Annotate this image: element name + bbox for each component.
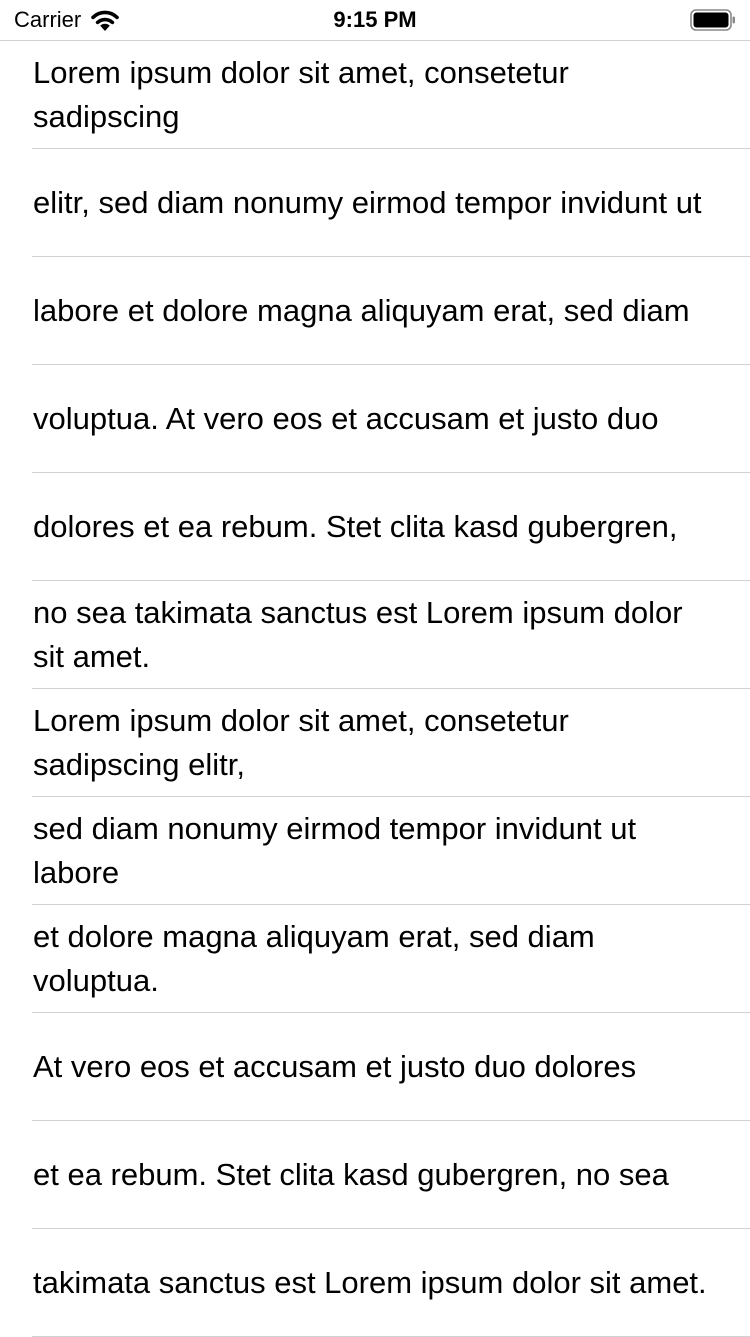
list-item-label: Lorem ipsum dolor sit amet, consetetur s… — [33, 55, 569, 134]
list-item[interactable]: Lorem ipsum dolor sit amet, consetetur s… — [0, 41, 750, 149]
list-item-label: sed diam nonumy eirmod tempor invidunt u… — [33, 811, 637, 890]
list-item-label: dolores et ea rebum. Stet clita kasd gub… — [33, 509, 678, 544]
list-item-label: et ea rebum. Stet clita kasd gubergren, … — [33, 1157, 669, 1192]
list-item[interactable]: voluptua. At vero eos et accusam et just… — [0, 365, 750, 473]
list-item[interactable]: elitr, sed diam nonumy eirmod tempor inv… — [0, 149, 750, 257]
battery-full-icon — [690, 9, 735, 31]
list-item[interactable]: Lorem ipsum dolor sit amet, consetetur s… — [0, 689, 750, 797]
list-item[interactable]: et dolore magna aliquyam erat, sed diam … — [0, 905, 750, 1013]
list-item[interactable]: no sea takimata sanctus est Lorem ipsum … — [0, 581, 750, 689]
list-item-label: et dolore magna aliquyam erat, sed diam … — [33, 919, 595, 998]
list-item-label: no sea takimata sanctus est Lorem ipsum … — [33, 595, 683, 674]
status-time: 9:15 PM — [333, 7, 417, 32]
list-item-label: labore et dolore magna aliquyam erat, se… — [33, 293, 690, 328]
list-item[interactable]: et ea rebum. Stet clita kasd gubergren, … — [0, 1121, 750, 1229]
list-item[interactable]: sed diam nonumy eirmod tempor invidunt u… — [0, 797, 750, 905]
list-item-label: Lorem ipsum dolor sit amet, consetetur s… — [33, 703, 569, 782]
list-item-label: elitr, sed diam nonumy eirmod tempor inv… — [33, 185, 702, 220]
status-bar: Carrier 9:15 PM — [0, 0, 750, 40]
list-item-label: voluptua. At vero eos et accusam et just… — [33, 401, 659, 436]
list-item[interactable]: At vero eos et accusam et justo duo dolo… — [0, 1013, 750, 1121]
list-item-label: takimata sanctus est Lorem ipsum dolor s… — [33, 1265, 707, 1300]
list-item[interactable]: labore et dolore magna aliquyam erat, se… — [0, 257, 750, 365]
list-item[interactable]: takimata sanctus est Lorem ipsum dolor s… — [0, 1229, 750, 1337]
list-item[interactable]: dolores et ea rebum. Stet clita kasd gub… — [0, 473, 750, 581]
list-item-label: At vero eos et accusam et justo duo dolo… — [33, 1049, 637, 1084]
text-list: Lorem ipsum dolor sit amet, consetetur s… — [0, 40, 750, 1337]
